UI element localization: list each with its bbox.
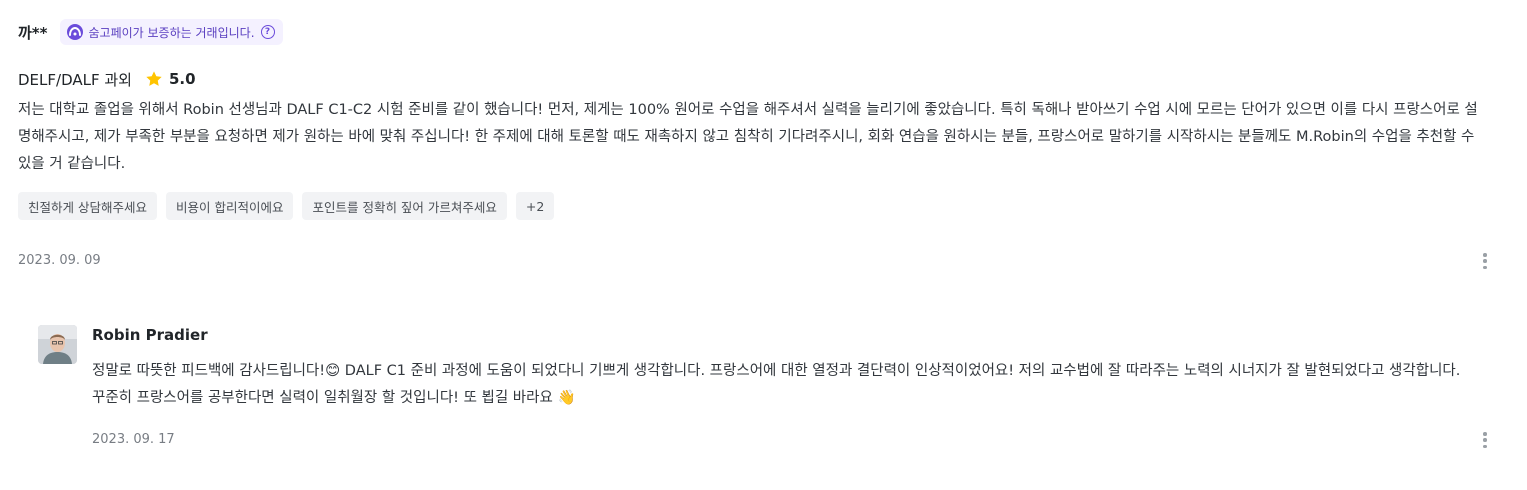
review-header: 까** 숨고페이가 보증하는 거래입니다. ?	[18, 18, 1508, 46]
dot	[1483, 444, 1487, 448]
review-date: 2023. 09. 09	[18, 253, 101, 268]
question-circle-icon[interactable]: ?	[260, 25, 275, 39]
avatar	[38, 325, 77, 364]
review-tags: 친절하게 상담해주세요 비용이 합리적이에요 포인트를 정확히 짚어 가르쳐주세…	[18, 192, 1508, 220]
dot	[1483, 432, 1487, 436]
more-tags-button[interactable]: +2	[515, 192, 555, 220]
reply-author-name: Robin Pradier	[92, 326, 208, 344]
more-vertical-icon[interactable]	[1482, 429, 1488, 451]
review-tag: 비용이 합리적이에요	[165, 192, 294, 220]
reviewer-name: 까**	[18, 23, 48, 42]
review-tag: 친절하게 상담해주세요	[18, 192, 157, 220]
star-icon	[146, 71, 162, 86]
review-title-row: DELF/DALF 과외 5.0	[18, 67, 1508, 91]
review-card: 까** 숨고페이가 보증하는 거래입니다. ? DELF/DALF 과외 5.0…	[18, 18, 1508, 220]
dot	[1483, 438, 1487, 442]
dot	[1483, 259, 1487, 263]
review-body: 저는 대학교 졸업을 위해서 Robin 선생님과 DALF C1-C2 시험 …	[18, 102, 1478, 172]
more-vertical-icon[interactable]	[1482, 250, 1488, 272]
reply-body: 정말로 따뜻한 피드백에 감사드립니다!😊 DALF C1 준비 과정에 도움이…	[92, 363, 1461, 406]
dot	[1483, 253, 1487, 257]
guarantee-badge-label: 숨고페이가 보증하는 거래입니다.	[88, 25, 255, 40]
review-tag: 포인트를 정확히 짚어 가르쳐주세요	[302, 192, 507, 220]
reply-date: 2023. 09. 17	[92, 432, 175, 447]
guarantee-badge[interactable]: 숨고페이가 보증하는 거래입니다. ?	[59, 19, 283, 45]
service-subject: DELF/DALF 과외	[18, 70, 132, 89]
dot	[1483, 265, 1487, 269]
rating-score: 5.0	[168, 70, 196, 88]
soomgo-logo-icon	[66, 24, 83, 40]
